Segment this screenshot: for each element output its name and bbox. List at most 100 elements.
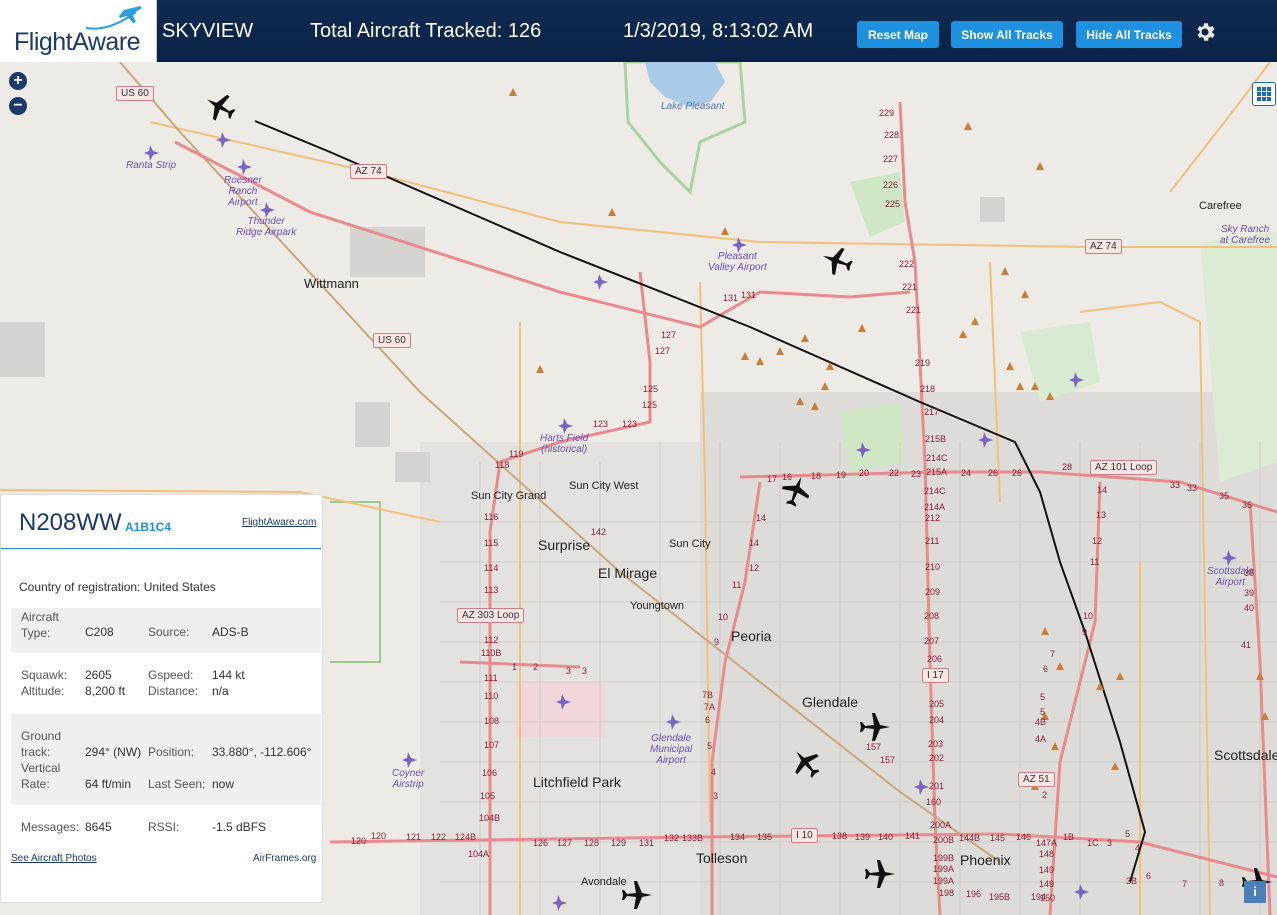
exit-number: 215B	[925, 434, 947, 444]
distance-label: Distance:	[148, 684, 199, 698]
exit-number: 219	[915, 358, 931, 368]
exit-number: 199A	[933, 864, 955, 874]
exit-number: 200B	[933, 835, 955, 845]
airport-label-line: Roesner	[224, 175, 262, 186]
exit-number: 1C	[1087, 838, 1099, 848]
exit-number: 2	[1042, 790, 1048, 800]
exit-number: 1B	[1063, 832, 1075, 842]
aircraft-info-panel: N208WW A1B1C4 FlightAware.com Country of…	[0, 494, 323, 903]
place-label: Tolleson	[696, 850, 748, 866]
signal-section: Messages: 8645 RSSI: -1.5 dBFS	[11, 817, 321, 841]
exit-number: 24	[961, 468, 972, 478]
exit-number: 205	[929, 699, 945, 709]
airframes-link[interactable]: AirFrames.org	[253, 853, 316, 864]
exit-number: 26	[988, 468, 999, 478]
exit-number: 207	[924, 636, 940, 646]
position-label: Position:	[148, 745, 195, 759]
exit-number: 129	[611, 838, 627, 848]
info-icon[interactable]: i	[1244, 881, 1266, 903]
route-shield: I 17	[922, 668, 949, 683]
flightaware-logo[interactable]: FlightAware	[0, 0, 157, 62]
exit-number: 14	[749, 538, 760, 548]
exit-number: 36	[1242, 500, 1253, 510]
route-shield: I 10	[791, 828, 818, 843]
aircraft-icon[interactable]	[863, 857, 897, 891]
reset-map-button[interactable]: Reset Map	[857, 21, 939, 48]
zoom-out-button[interactable]: −	[9, 97, 27, 115]
track-section: Ground track: 294° (NW) Position: 33.880…	[11, 714, 321, 805]
exit-number: 227	[883, 154, 899, 164]
exit-number: 13	[1096, 510, 1107, 520]
exit-number: 35	[1219, 491, 1230, 501]
exit-number: 221	[902, 282, 918, 292]
place-label: El Mirage	[598, 565, 658, 581]
airport-label-line: Harts Field	[540, 433, 589, 444]
exit-number: 145	[990, 833, 1006, 843]
exit-number: 127	[557, 838, 573, 848]
exit-number: 125	[642, 400, 658, 410]
exit-number: 149	[1039, 879, 1055, 889]
exit-number: 140	[878, 832, 894, 842]
exit-number: 149	[1039, 865, 1055, 875]
exit-number: 110B	[481, 648, 502, 658]
exit-number: 214C	[924, 486, 946, 496]
show-all-tracks-button[interactable]: Show All Tracks	[951, 21, 1063, 48]
aircraft-type-section: Aircraft Type: C208 Source: ADS-B	[11, 608, 321, 653]
exit-number: 11	[732, 580, 742, 590]
airport-label-line: Airstrip	[392, 779, 424, 790]
exit-number: 144B	[959, 833, 981, 843]
exit-number: 134	[730, 832, 746, 842]
source-value: ADS-B	[212, 625, 249, 639]
exit-number: 6	[705, 715, 711, 725]
place-label: Litchfield Park	[533, 774, 621, 790]
last-seen-label: Last Seen:	[148, 777, 206, 791]
zoom-in-button[interactable]: +	[9, 72, 27, 90]
aircraft-photos-link[interactable]: See Aircraft Photos	[11, 853, 97, 864]
exit-number: 139	[855, 832, 871, 842]
route-shield: US 60	[116, 86, 154, 101]
exit-number: 147A	[1036, 838, 1058, 848]
layers-grid-icon[interactable]	[1252, 82, 1276, 106]
place-label: Sun City West	[569, 480, 639, 492]
airport-label: Sky Ranch at Carefree	[1220, 224, 1270, 246]
exit-number: 119	[509, 449, 524, 459]
exit-number: 211	[925, 536, 940, 546]
exit-number: 222	[899, 259, 915, 269]
exit-number: 123	[593, 419, 609, 429]
exit-number: 124B	[455, 832, 477, 842]
aircraft-icon[interactable]	[858, 710, 892, 744]
exit-number: 199B	[933, 853, 955, 863]
exit-number: 8	[1219, 878, 1225, 888]
flightaware-link[interactable]: FlightAware.com	[242, 517, 316, 528]
rssi-label: RSSI:	[148, 820, 180, 834]
hide-all-tracks-button[interactable]: Hide All Tracks	[1076, 21, 1182, 48]
exit-number: 20	[859, 468, 870, 478]
route-shield: AZ 101 Loop	[1090, 460, 1158, 475]
exit-number: 123	[622, 419, 638, 429]
gear-icon[interactable]	[1193, 20, 1217, 44]
aircraft-registration: N208WW	[19, 509, 122, 536]
exit-number: 120	[371, 831, 387, 841]
place-label: Peoria	[731, 628, 772, 644]
exit-number: 228	[884, 130, 900, 140]
exit-number: 3	[566, 666, 572, 676]
exit-number: 38	[1244, 568, 1255, 578]
exit-number: 132	[664, 833, 680, 843]
exit-number: 10	[1083, 611, 1094, 621]
exit-number: 126	[533, 838, 549, 848]
exit-number: 204	[929, 715, 945, 725]
exit-number: 6	[1043, 664, 1049, 674]
exit-number: 203	[928, 739, 944, 749]
exit-number: 214A	[924, 502, 946, 512]
exit-number: 146	[1016, 832, 1032, 842]
country-value: United States	[143, 580, 216, 594]
route-shield: AZ 303 Loop	[457, 608, 525, 623]
gspeed-value: 144 kt	[212, 668, 245, 682]
exit-number: 2	[533, 662, 539, 672]
exit-number: 7	[1182, 879, 1188, 889]
route-shield: AZ 51	[1018, 772, 1055, 787]
exit-number: 104B	[479, 813, 501, 823]
exit-number: 18	[811, 471, 822, 481]
exit-number: 212	[925, 513, 941, 523]
exit-number: 5	[1125, 829, 1131, 839]
